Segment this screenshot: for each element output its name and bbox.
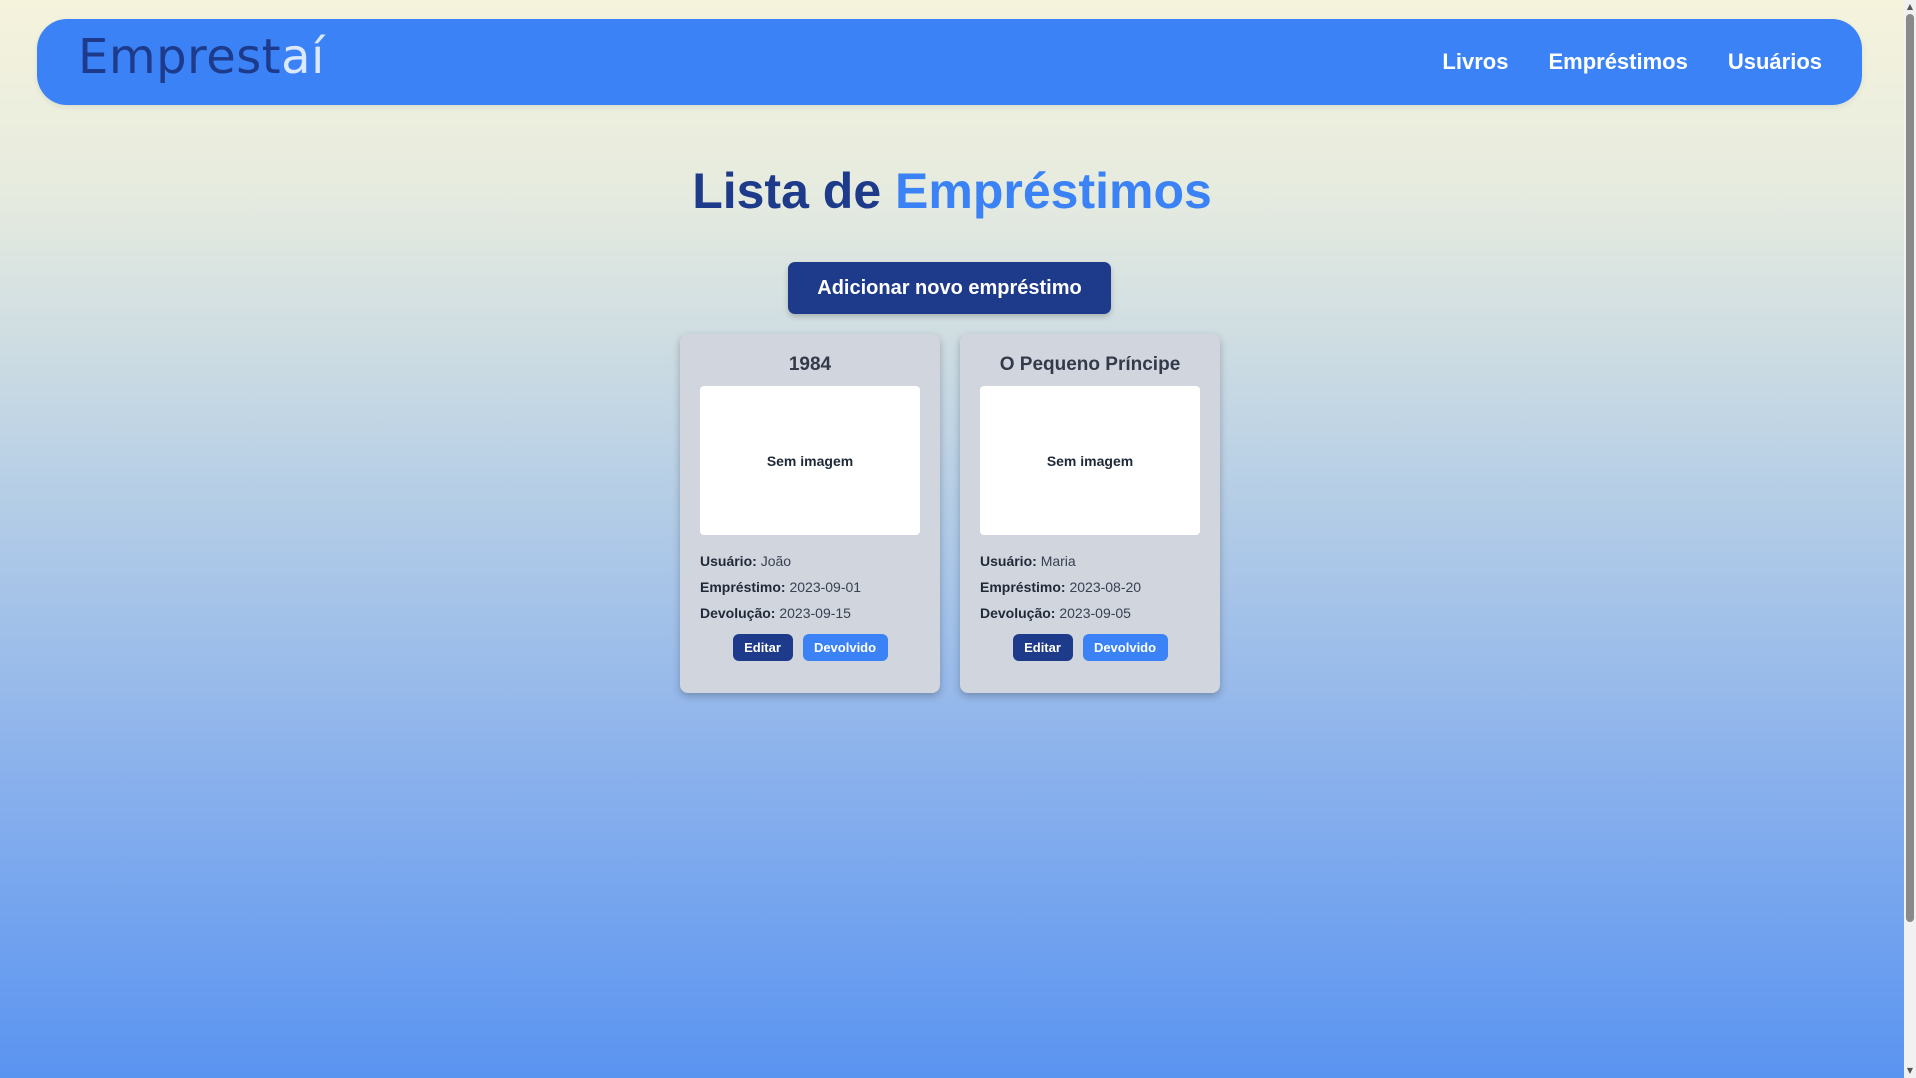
scrollbar-thumb[interactable] — [1906, 14, 1914, 922]
nav-link-emprestimos[interactable]: Empréstimos — [1548, 49, 1687, 75]
loan-date-value: 2023-08-20 — [1069, 579, 1142, 595]
return-date-row: Devolução: 2023-09-15 — [700, 600, 925, 626]
no-image-label: Sem imagem — [1046, 452, 1134, 469]
edit-button[interactable]: Editar — [732, 634, 793, 661]
loan-user-value: Maria — [1040, 553, 1076, 569]
return-date-row: Devolução: 2023-09-05 — [980, 600, 1205, 626]
loan-card: 1984 Sem imagem Usuário: João Empréstimo… — [680, 334, 940, 693]
loan-card-title: 1984 — [788, 354, 832, 375]
loan-date-label: Empréstimo: — [980, 579, 1066, 595]
loan-card-actions: Editar Devolvido — [960, 634, 1220, 661]
no-image-label: Sem imagem — [766, 452, 854, 469]
returned-button[interactable]: Devolvido — [802, 634, 888, 661]
add-loan-button[interactable]: Adicionar novo empréstimo — [788, 262, 1111, 314]
page-title-part2: Empréstimos — [895, 163, 1212, 219]
loan-user-label: Usuário: — [980, 553, 1037, 569]
vertical-scrollbar[interactable]: ▲ ▼ — [1904, 0, 1916, 1078]
edit-button[interactable]: Editar — [1012, 634, 1073, 661]
return-date-label: Devolução: — [700, 605, 776, 621]
loan-card: O Pequeno Príncipe Sem imagem Usuário: M… — [960, 334, 1220, 693]
loan-card-info: Usuário: Maria Empréstimo: 2023-08-20 De… — [980, 548, 1205, 626]
return-date-label: Devolução: — [980, 605, 1056, 621]
loan-date-row: Empréstimo: 2023-09-01 — [700, 574, 925, 600]
logo[interactable]: Emprestaí — [78, 33, 325, 81]
scroll-up-arrow-icon[interactable]: ▲ — [1904, 0, 1916, 14]
nav-link-usuarios[interactable]: Usuários — [1728, 49, 1822, 75]
logo-text-dark: Emprest — [78, 29, 282, 85]
loan-card-actions: Editar Devolvido — [680, 634, 940, 661]
page-title: Lista de Empréstimos — [0, 166, 1904, 216]
loan-date-label: Empréstimo: — [700, 579, 786, 595]
loan-date-value: 2023-09-01 — [789, 579, 862, 595]
page-title-part1: Lista de — [692, 163, 896, 219]
loan-date-row: Empréstimo: 2023-08-20 — [980, 574, 1205, 600]
scroll-down-arrow-icon[interactable]: ▼ — [1904, 1064, 1916, 1078]
loan-user-row: Usuário: Maria — [980, 548, 1205, 574]
book-image-placeholder: Sem imagem — [700, 386, 920, 535]
nav-links: Livros Empréstimos Usuários — [1442, 19, 1822, 105]
returned-button[interactable]: Devolvido — [1082, 634, 1168, 661]
book-image-placeholder: Sem imagem — [980, 386, 1200, 535]
loan-user-label: Usuário: — [700, 553, 757, 569]
return-date-value: 2023-09-15 — [779, 605, 851, 621]
loan-card-title: O Pequeno Príncipe — [999, 354, 1181, 375]
loan-user-value: João — [760, 553, 792, 569]
nav-link-livros[interactable]: Livros — [1442, 49, 1508, 75]
navbar: Emprestaí Livros Empréstimos Usuários — [37, 19, 1862, 105]
return-date-value: 2023-09-05 — [1059, 605, 1131, 621]
loan-user-row: Usuário: João — [700, 548, 925, 574]
logo-text-light: aí — [281, 29, 325, 85]
page: Emprestaí Livros Empréstimos Usuários Li… — [0, 0, 1904, 1078]
loan-card-info: Usuário: João Empréstimo: 2023-09-01 Dev… — [700, 548, 925, 626]
